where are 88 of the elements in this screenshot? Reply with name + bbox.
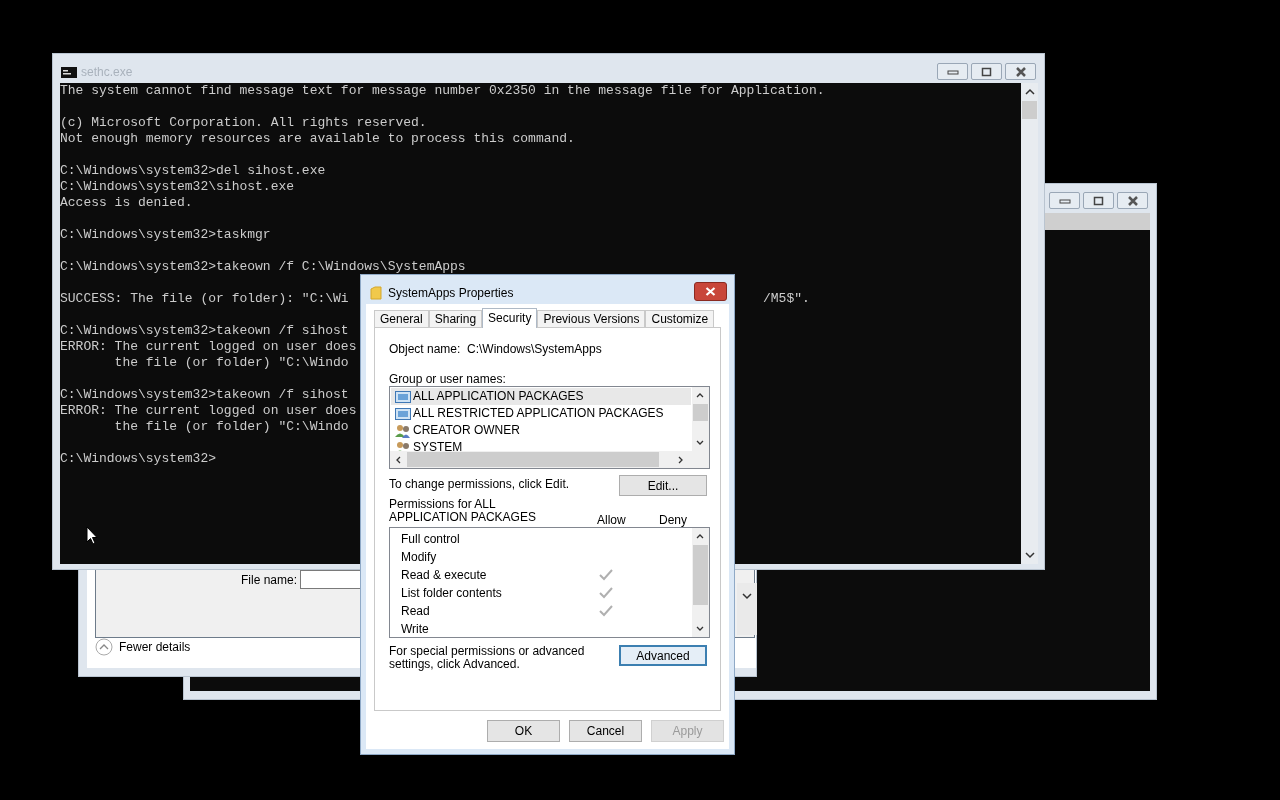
tab[interactable]: Customize bbox=[645, 310, 715, 327]
group-name: CREATOR OWNER bbox=[413, 423, 520, 438]
console-line: C:\Windows\system32>del sihost.exe bbox=[60, 163, 326, 179]
console-line: (c) Microsoft Corporation. All rights reserved. bbox=[60, 115, 427, 131]
package-icon bbox=[395, 389, 411, 404]
scroll-thumb[interactable] bbox=[407, 452, 659, 467]
window-title: SystemApps Properties bbox=[388, 285, 514, 302]
folder-icon bbox=[370, 286, 382, 300]
console-line: ERROR: The current logged on user does bbox=[60, 339, 357, 355]
close-icon bbox=[705, 287, 716, 296]
users-icon bbox=[395, 423, 411, 438]
group-name: ALL APPLICATION PACKAGES bbox=[413, 389, 584, 404]
console-line: the file (or folder) "C:\Windo bbox=[113, 419, 349, 435]
details-toggle[interactable]: Fewer details bbox=[95, 638, 191, 656]
close-button[interactable] bbox=[1005, 63, 1036, 80]
scrollbar[interactable] bbox=[692, 387, 709, 451]
scrollbar[interactable] bbox=[1021, 83, 1038, 564]
console-icon bbox=[61, 66, 77, 78]
permission-name: Write bbox=[401, 621, 429, 637]
console-line: The system cannot find message text for message number 0x2350 in the message file for Application. bbox=[60, 83, 825, 99]
column-header: Deny bbox=[659, 512, 687, 529]
console-line: C:\Windows\system32\sihost.exe bbox=[60, 179, 295, 195]
advanced-button[interactable]: Advanced bbox=[619, 645, 707, 666]
scroll-down-icon bbox=[742, 592, 752, 600]
scroll-up-icon bbox=[696, 533, 704, 539]
hint-text: For special permissions or advanced settings, click Advanced. bbox=[389, 645, 586, 671]
console-line: /M5$". bbox=[763, 291, 810, 307]
dialog-button[interactable]: Cancel bbox=[569, 720, 642, 742]
permission-name: List folder contents bbox=[401, 585, 502, 602]
tab[interactable]: Security bbox=[482, 308, 538, 328]
permission-name: Read bbox=[401, 603, 430, 620]
close-icon bbox=[1126, 195, 1139, 206]
scroll-left-icon bbox=[395, 456, 401, 464]
console-line: ERROR: The current logged on user does bbox=[60, 403, 357, 419]
console-line: C:\Windows\system32> bbox=[60, 451, 217, 467]
maximize-button[interactable] bbox=[971, 63, 1002, 80]
close-icon bbox=[1014, 66, 1027, 77]
console-line: C:\Windows\system32>taskmgr bbox=[60, 227, 271, 243]
scrollbar[interactable] bbox=[692, 528, 709, 637]
console-line: the file (or folder) "C:\Windo bbox=[113, 355, 349, 371]
scroll-up-icon bbox=[1025, 88, 1035, 95]
list-item[interactable]: ALL RESTRICTED APPLICATION PACKAGES bbox=[391, 405, 691, 422]
column-header: Allow bbox=[597, 512, 626, 529]
scroll-thumb[interactable] bbox=[693, 545, 708, 605]
hint-text: To change permissions, click Edit. bbox=[389, 476, 570, 493]
close-button[interactable] bbox=[1117, 192, 1148, 209]
object-name: C:\Windows\SystemApps bbox=[467, 341, 602, 358]
dialog-button[interactable]: OK bbox=[487, 720, 560, 742]
list-item[interactable]: CREATOR OWNER bbox=[391, 422, 691, 439]
tab[interactable]: Previous Versions bbox=[537, 310, 646, 327]
maximize-icon bbox=[980, 66, 993, 77]
group-name: SYSTEM bbox=[413, 440, 463, 451]
group-name: ALL RESTRICTED APPLICATION PACKAGES bbox=[413, 406, 664, 421]
permissions-label: Permissions for ALL APPLICATION PACKAGES bbox=[389, 498, 537, 524]
console-line: SUCCESS: The file (or folder): "C:\Wi bbox=[60, 291, 349, 307]
scroll-down-icon bbox=[696, 440, 704, 446]
scroll-thumb[interactable] bbox=[1022, 101, 1037, 119]
tab[interactable]: General bbox=[374, 310, 429, 327]
field-label: Group or user names: bbox=[389, 371, 506, 388]
scroll-up-icon bbox=[696, 392, 704, 398]
edit-button[interactable]: Edit... bbox=[619, 475, 707, 496]
scroll-down-icon bbox=[1025, 552, 1035, 559]
permission-name: Full control bbox=[401, 531, 460, 548]
console-line: C:\Windows\system32>takeown /f sihost bbox=[60, 387, 349, 403]
permission-name: Read & execute bbox=[401, 567, 487, 584]
maximize-button[interactable] bbox=[1083, 192, 1114, 209]
list-item[interactable]: SYSTEM bbox=[391, 439, 691, 451]
scroll-thumb[interactable] bbox=[693, 404, 708, 421]
maximize-icon bbox=[1092, 195, 1105, 206]
permission-name: Modify bbox=[401, 549, 437, 566]
console-line: Not enough memory resources are available to process this command. bbox=[60, 131, 575, 147]
mouse-pointer-icon bbox=[86, 526, 98, 545]
group-list[interactable]: ALL APPLICATION PACKAGES ALL RESTRICTED APPLICATION PACKAGES CREATOR OWNER SYSTEM bbox=[389, 386, 710, 469]
scrollbar[interactable] bbox=[390, 451, 709, 468]
field-label: Object name: bbox=[389, 341, 461, 358]
users-icon bbox=[395, 440, 411, 451]
console-line: Access is denied. bbox=[60, 195, 193, 211]
scrollbar[interactable] bbox=[737, 583, 757, 635]
close-button[interactable] bbox=[694, 282, 727, 301]
tab[interactable]: Sharing bbox=[428, 310, 483, 327]
package-icon bbox=[395, 406, 411, 421]
chevron-up-icon bbox=[95, 638, 113, 656]
list-item[interactable]: ALL APPLICATION PACKAGES bbox=[391, 388, 691, 405]
file-name-label: File name: bbox=[241, 572, 298, 589]
scroll-right-icon bbox=[678, 456, 684, 464]
scroll-down-icon bbox=[696, 626, 704, 632]
console-line: C:\Windows\system32>takeown /f C:\Windows\SystemApps bbox=[60, 259, 466, 275]
console-line: C:\Windows\system32>takeown /f sihost bbox=[60, 323, 349, 339]
